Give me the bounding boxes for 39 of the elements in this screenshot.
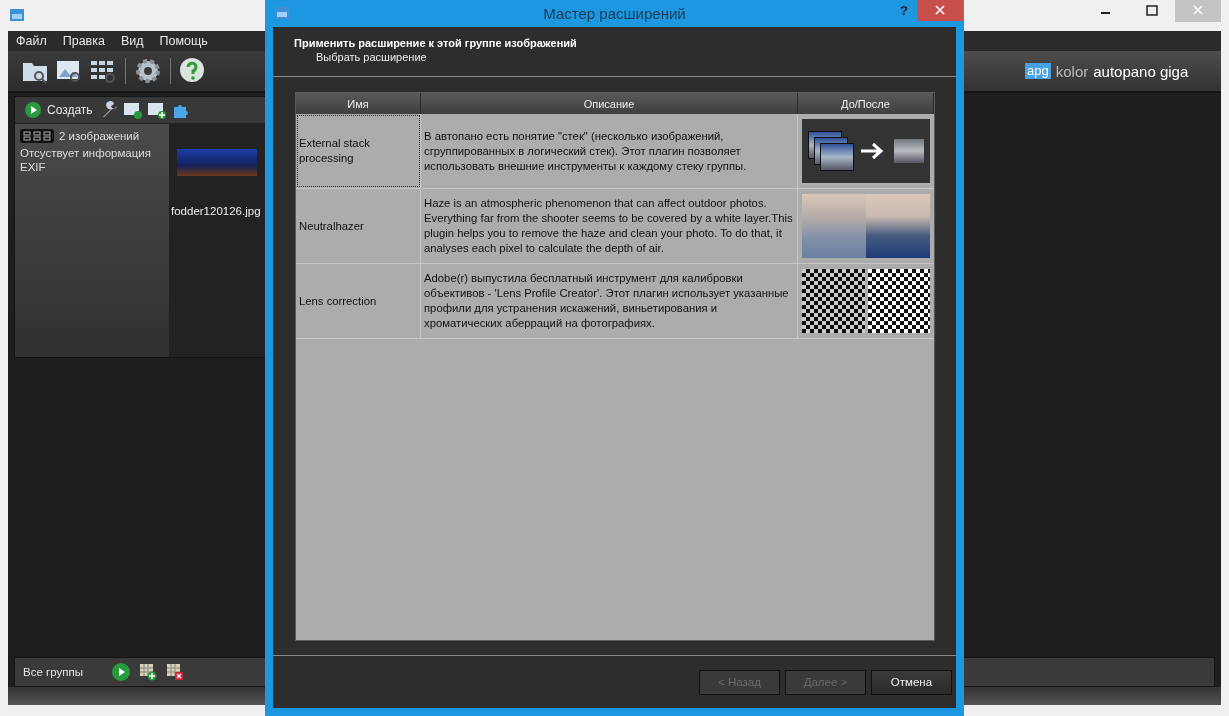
- plugin-name: Neutralhazer: [296, 189, 421, 263]
- brand-mark: apg: [1025, 63, 1051, 79]
- menu-item[interactable]: Правка: [62, 34, 105, 48]
- menu-item[interactable]: Помощь: [159, 34, 208, 48]
- wizard-subheading: Выбрать расширение: [315, 51, 428, 63]
- dialog-title: Мастер расширений: [543, 5, 686, 22]
- app-icon: [275, 7, 289, 19]
- close-icon[interactable]: [917, 0, 963, 21]
- plugin-name: External stack processing: [296, 114, 421, 188]
- plugin-row[interactable]: [296, 264, 934, 339]
- app-icon: [10, 9, 24, 21]
- grid-delete-icon[interactable]: [165, 663, 184, 681]
- help-button[interactable]: ?: [896, 1, 912, 20]
- column-header[interactable]: Описание: [421, 93, 798, 114]
- plugin-description: Adobe(r) выпустила бесплатный инструмент для калибровки объективов - 'Lens Profile Creator'. Этот плагин использует указанные профили для устранения искажений, виньетирования и хроматических аберраций на фотографиях.: [421, 264, 798, 338]
- wizard-heading: Применить расширение к этой группе изображений: [294, 37, 578, 49]
- product-name: autopano giga: [1093, 62, 1189, 80]
- plugin-description: В автопано есть понятие "стек" (несколько изображений, сгруппированных в логический стек). Этот плагин позволяет использовать внешние инструменты к каждому стеку группы.: [421, 114, 798, 188]
- plugin-name: Lens correction: [296, 264, 421, 338]
- column-header[interactable]: До/После: [798, 93, 934, 114]
- play-icon: [25, 102, 41, 118]
- column-header[interactable]: Имя: [296, 93, 421, 114]
- image-add-icon[interactable]: [146, 100, 167, 120]
- play-icon[interactable]: [111, 663, 130, 681]
- exif-info: Отсуствует информация EXIF: [20, 146, 152, 174]
- menu-item[interactable]: Вид: [120, 34, 144, 48]
- status-label: Все группы: [23, 666, 83, 678]
- plugin-description: Haze is an atmospheric phenomenon that can affect outdoor photos. Everything far from the shooter seems to be covered by a white layer.This plugin helps you to remove the haze and clean your photo. To do that, it analyses each pixel to calculate the depth of air.: [421, 189, 798, 263]
- grid-add-icon[interactable]: [138, 663, 157, 681]
- plugin-row[interactable]: [296, 189, 934, 264]
- file-name: fodder120126.jpg: [171, 205, 261, 217]
- settings-icon[interactable]: [133, 56, 163, 86]
- create-button[interactable]: Создать: [23, 102, 95, 118]
- plugin-row[interactable]: External stack processing В автопано есть понятие "стек" (несколько изображений, сгруппированных в логический стек). Этот плагин позволяет использовать внешние инструменты к каждому стеку группы.: [296, 114, 934, 189]
- brand-name: kolor: [1055, 62, 1089, 80]
- menu-item[interactable]: Файл: [16, 34, 47, 48]
- grid-badge-icon: [20, 129, 54, 143]
- image-count: 2 изображений: [59, 130, 140, 142]
- wizard-button[interactable]: Отмена: [871, 669, 952, 695]
